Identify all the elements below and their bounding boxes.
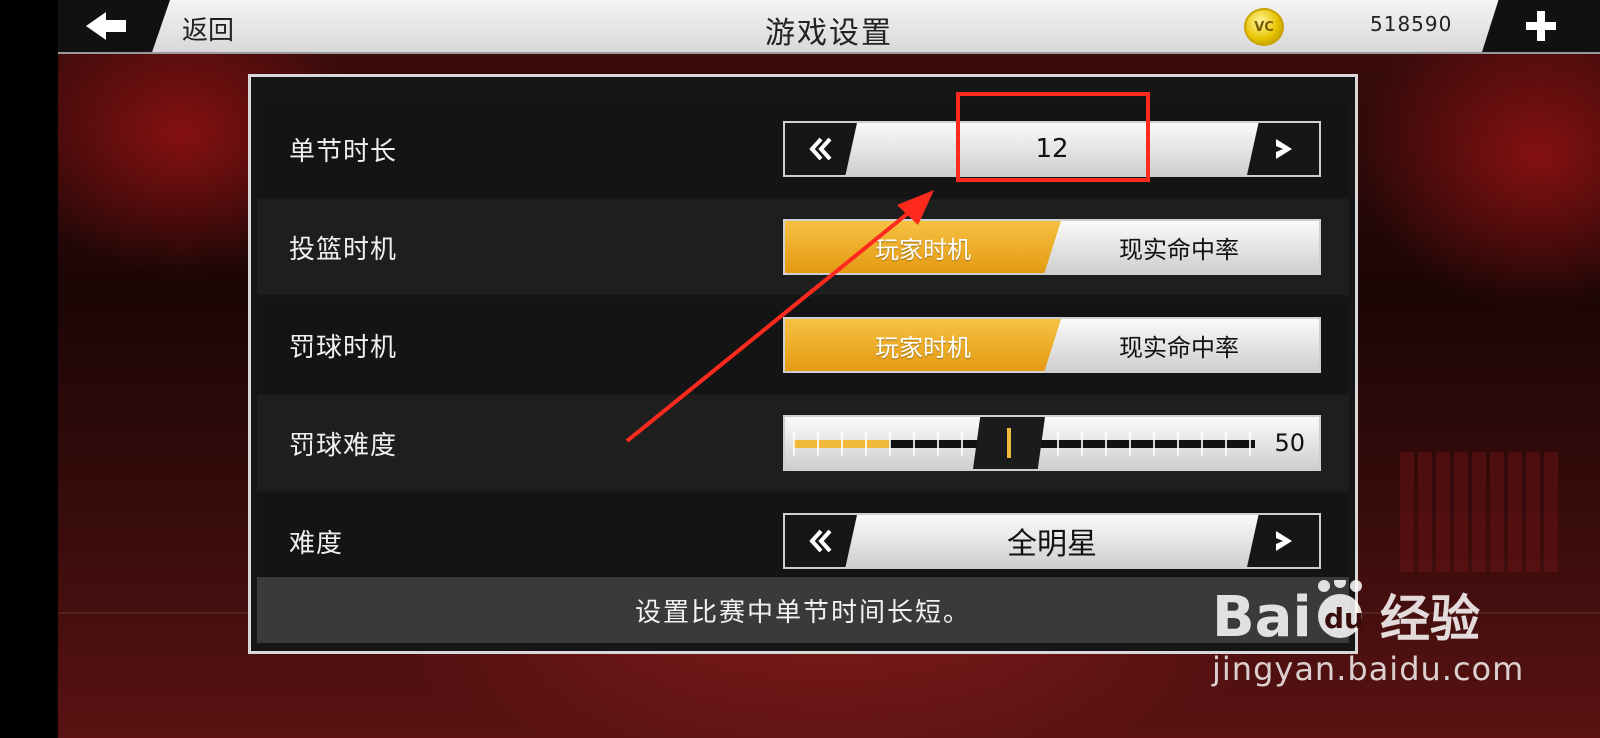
svg-text:du: du [1324, 602, 1364, 635]
svg-text:Bai: Bai [1212, 585, 1312, 650]
svg-text:经验: 经验 [1380, 590, 1480, 648]
baidu-jingyan-watermark-logo: Bai du 经验 [1212, 580, 1480, 650]
watermark-url: jingyan.baidu.com [1212, 650, 1525, 688]
